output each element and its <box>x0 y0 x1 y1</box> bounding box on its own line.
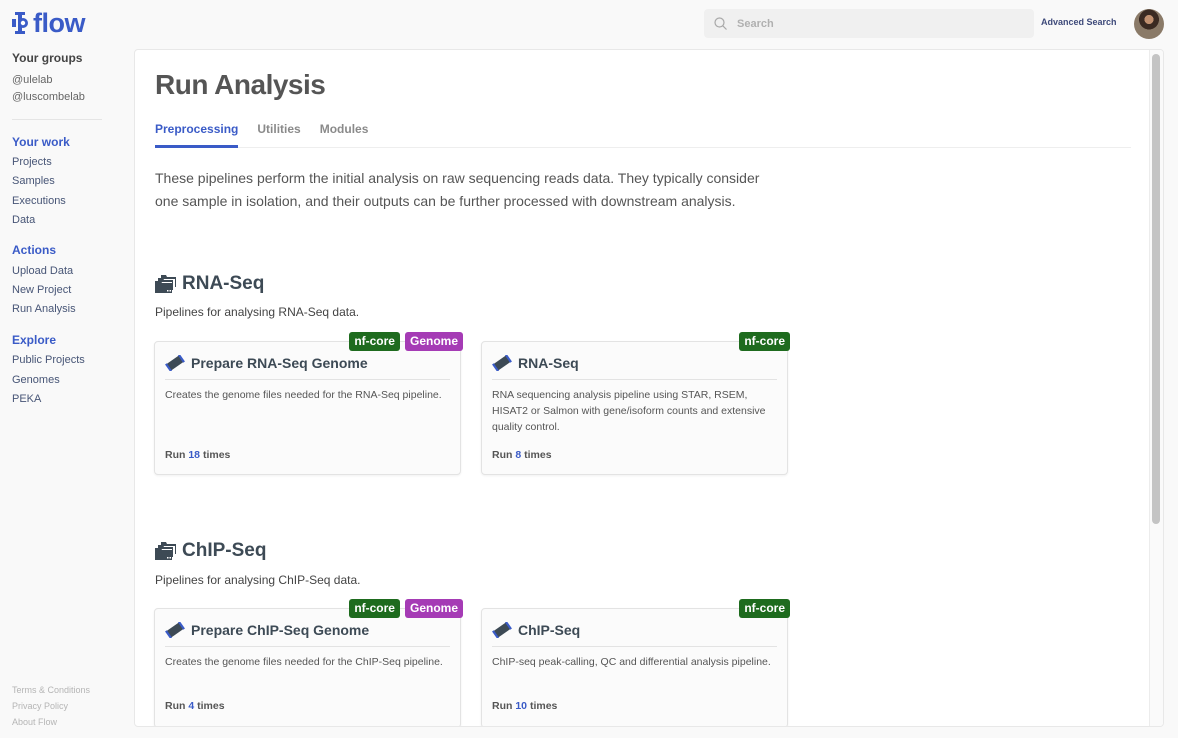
footer-link-privacy[interactable]: Privacy Policy <box>12 701 68 711</box>
section-description: Pipelines for analysing RNA-Seq data. <box>155 305 360 319</box>
tab-bar: Preprocessing Utilities Modules <box>155 122 1131 148</box>
scrollbar-track[interactable] <box>1149 50 1163 726</box>
pipeline-tube-icon <box>492 622 512 638</box>
search-input[interactable] <box>737 17 1017 30</box>
pipeline-tube-icon <box>165 355 185 371</box>
run-suffix: times <box>524 449 552 461</box>
run-count: Run 18 times <box>165 449 230 461</box>
section-heading-chip-seq: ChIP-Seq <box>155 540 266 562</box>
folders-icon <box>155 542 176 560</box>
sidebar-item-upload-data[interactable]: Upload Data <box>12 265 73 277</box>
run-count: Run 10 times <box>492 700 557 712</box>
nf-core-badge: nf-core <box>739 599 790 618</box>
run-suffix: times <box>197 700 225 712</box>
badge-group: nf-core Genome <box>349 599 463 618</box>
card-title: RNA-Seq <box>518 355 579 371</box>
logo[interactable]: flow <box>12 8 86 38</box>
sidebar-item-executions[interactable]: Executions <box>12 195 66 207</box>
card-header: ChIP-Seq <box>492 622 777 647</box>
pipeline-card-prepare-chip-seq-genome[interactable]: nf-core Genome Prepare ChIP-Seq Genome C… <box>154 599 463 726</box>
run-count-number: 10 <box>515 700 528 712</box>
run-prefix: Run <box>165 700 186 712</box>
card-title: ChIP-Seq <box>518 622 581 638</box>
intro-text: These pipelines perform the initial anal… <box>155 170 760 209</box>
card-description: Creates the genome files needed for the … <box>165 389 442 401</box>
card-header: Prepare ChIP-Seq Genome <box>165 622 450 647</box>
footer-link-terms[interactable]: Terms & Conditions <box>12 685 90 695</box>
section-title: ChIP-Seq <box>182 540 267 561</box>
pipeline-card-rna-seq[interactable]: nf-core RNA-Seq RNA sequencing analysis … <box>481 332 790 475</box>
run-count-number: 18 <box>188 449 201 461</box>
group-link-ulelab[interactable]: @ulelab <box>12 74 53 86</box>
sidebar-item-genomes[interactable]: Genomes <box>12 374 60 386</box>
card-title: Prepare RNA-Seq Genome <box>191 355 368 371</box>
logo-text: flow <box>33 8 86 38</box>
sidebar: flow Your groups @ulelab @luscombelab Yo… <box>0 0 134 738</box>
badge-group: nf-core Genome <box>349 332 463 351</box>
pipeline-tube-icon <box>492 355 512 371</box>
nf-core-badge: nf-core <box>349 599 400 618</box>
sidebar-heading-explore: Explore <box>12 333 57 347</box>
sidebar-item-projects[interactable]: Projects <box>12 156 52 168</box>
run-count-number: 8 <box>515 449 522 461</box>
nf-core-badge: nf-core <box>349 332 400 351</box>
section-description: Pipelines for analysing ChIP-Seq data. <box>155 573 361 587</box>
badge-group: nf-core <box>739 332 790 351</box>
card-description: Creates the genome files needed for the … <box>165 656 443 668</box>
nf-core-badge: nf-core <box>739 332 790 351</box>
card-title: Prepare ChIP-Seq Genome <box>191 622 370 638</box>
footer-link-about[interactable]: About Flow <box>12 717 57 727</box>
search-box[interactable] <box>704 9 1034 38</box>
user-avatar[interactable] <box>1134 9 1164 39</box>
pipeline-tube-icon <box>165 622 185 638</box>
genome-badge: Genome <box>404 599 463 618</box>
group-link-luscombelab[interactable]: @luscombelab <box>12 91 85 103</box>
tab-modules[interactable]: Modules <box>320 122 369 148</box>
sidebar-heading-your-work: Your work <box>12 135 70 149</box>
card-header: Prepare RNA-Seq Genome <box>165 355 450 380</box>
card-description: RNA sequencing analysis pipeline using S… <box>492 389 766 433</box>
sidebar-item-samples[interactable]: Samples <box>12 175 55 187</box>
sidebar-divider <box>12 119 102 120</box>
tab-preprocessing[interactable]: Preprocessing <box>155 122 239 148</box>
sidebar-item-public-projects[interactable]: Public Projects <box>12 354 85 366</box>
card-header: RNA-Seq <box>492 355 777 380</box>
tab-utilities[interactable]: Utilities <box>257 122 300 148</box>
scrollbar-thumb[interactable] <box>1152 54 1160 524</box>
folders-icon <box>155 275 176 293</box>
run-prefix: Run <box>492 700 513 712</box>
badge-group: nf-core <box>739 599 790 618</box>
run-count: Run 4 times <box>165 700 225 712</box>
run-count: Run 8 times <box>492 449 552 461</box>
advanced-search-link[interactable]: Advanced Search <box>1041 17 1117 27</box>
pipeline-card-prepare-rna-seq-genome[interactable]: nf-core Genome Prepare RNA-Seq Genome Cr… <box>154 332 463 475</box>
run-prefix: Run <box>165 449 186 461</box>
page-title: Run Analysis <box>155 69 326 100</box>
genome-badge: Genome <box>404 332 463 351</box>
section-title: RNA-Seq <box>182 273 265 294</box>
flow-logo-icon <box>12 12 28 34</box>
run-suffix: times <box>529 700 558 712</box>
sidebar-heading-actions: Actions <box>12 243 57 257</box>
card-description: ChIP-seq peak-calling, QC and differenti… <box>492 656 771 668</box>
groups-title: Your groups <box>12 51 83 65</box>
sidebar-item-peka[interactable]: PEKA <box>12 393 41 405</box>
search-icon <box>714 17 727 30</box>
sidebar-item-new-project[interactable]: New Project <box>12 284 71 296</box>
section-heading-rna-seq: RNA-Seq <box>155 273 264 295</box>
sidebar-item-run-analysis[interactable]: Run Analysis <box>12 303 76 315</box>
run-suffix: times <box>202 449 231 461</box>
main-panel: Run Analysis Preprocessing Utilities Mod… <box>134 49 1164 727</box>
run-prefix: Run <box>492 449 513 461</box>
run-count-number: 4 <box>188 700 195 712</box>
sidebar-item-data[interactable]: Data <box>12 214 35 226</box>
pipeline-card-chip-seq[interactable]: nf-core ChIP-Seq ChIP-seq peak-calling, … <box>481 599 790 726</box>
